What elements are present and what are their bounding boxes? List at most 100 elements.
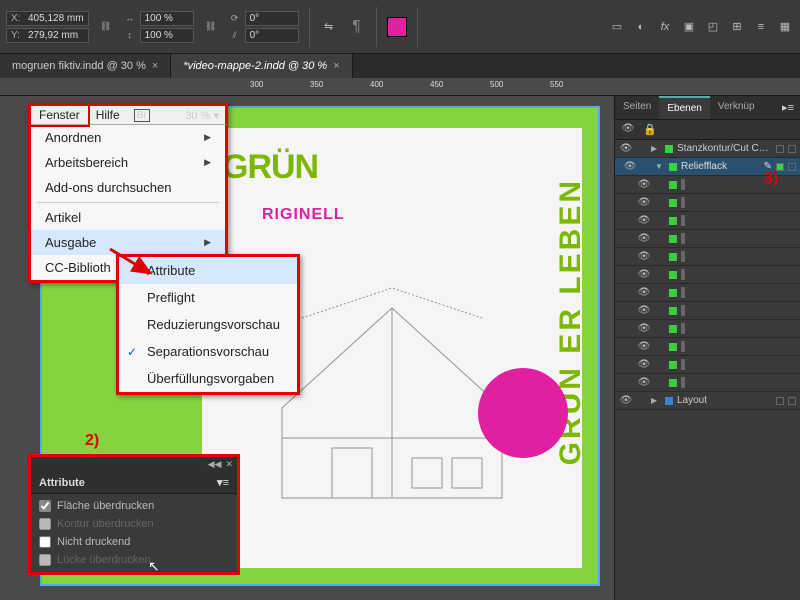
layer-row[interactable]: 👁 (615, 248, 800, 266)
width-scale[interactable]: 100 % (140, 11, 194, 26)
panel-menu-icon[interactable]: ▸≡ (776, 96, 800, 119)
target-indicator[interactable] (683, 305, 685, 316)
attribute-checkbox-row[interactable]: Nicht druckend (39, 536, 229, 548)
panel-menu-icon[interactable]: ▾≡ (217, 476, 229, 489)
menu-hilfe[interactable]: Hilfe (88, 105, 128, 125)
flip-h-icon[interactable]: ⇋ (320, 18, 338, 36)
visibility-toggle-icon[interactable]: 👁 (637, 179, 651, 190)
attribute-panel: ◀◀ ✕ Attribute ▾≡ Fläche überdrucken Kon… (28, 454, 240, 575)
submenu-item[interactable]: Überfüllungsvorgaben (119, 365, 297, 392)
attribute-checkbox-row: Lücke überdrucken (39, 554, 229, 566)
visibility-toggle-icon[interactable]: 👁 (637, 341, 651, 352)
visibility-toggle-icon[interactable]: 👁 (637, 359, 651, 370)
position-block: X:405,128 mm Y:279,92 mm (6, 11, 89, 43)
fill-swatch[interactable] (387, 17, 407, 37)
visibility-toggle-icon[interactable]: 👁 (637, 197, 651, 208)
close-tab-icon[interactable]: × (333, 60, 339, 72)
target-indicator[interactable] (683, 359, 685, 370)
fx-icon[interactable]: fx (656, 18, 674, 36)
document-tabs: mogruen fiktiv.indd @ 30 %× *video-mappe… (0, 54, 800, 78)
visibility-toggle-icon[interactable]: 👁 (637, 305, 651, 316)
submenu-item[interactable]: Preflight (119, 284, 297, 311)
corner-icon[interactable]: ◰ (704, 18, 722, 36)
zoom-level[interactable]: 30 % ▾ (185, 109, 225, 122)
visibility-toggle-icon[interactable]: 👁 (623, 161, 637, 172)
target-indicator[interactable] (683, 251, 685, 262)
y-coord[interactable]: Y:279,92 mm (6, 28, 89, 43)
menu-item[interactable]: Add-ons durchsuchen (31, 175, 225, 200)
target-indicator[interactable] (683, 323, 685, 334)
submenu-item[interactable]: Reduzierungsvorschau (119, 311, 297, 338)
layer-row[interactable]: 👁 (615, 194, 800, 212)
layer-row[interactable]: 👁 (615, 284, 800, 302)
grid-icon[interactable]: ▦ (776, 18, 794, 36)
layer-name (681, 305, 796, 316)
rotate-icon: ⟳ (228, 11, 242, 25)
frame-fit-icon[interactable]: ⊞ (728, 18, 746, 36)
layer-row[interactable]: 👁 (615, 302, 800, 320)
target-indicator[interactable] (683, 269, 685, 280)
layer-row[interactable]: 👁 (615, 320, 800, 338)
width-scale-icon: ↔ (123, 11, 137, 25)
menu-item[interactable]: Anordnen▶ (31, 125, 225, 150)
link-xy-icon[interactable]: ⛓ (99, 20, 113, 34)
target-indicator[interactable] (683, 179, 685, 190)
link-scale-icon[interactable]: ⛓ (204, 20, 218, 34)
layer-row[interactable]: 👁 (615, 266, 800, 284)
align-icon[interactable]: ≡ (752, 18, 770, 36)
horizontal-ruler: 300 350 400 450 500 550 (0, 78, 800, 96)
target-indicator[interactable] (683, 341, 685, 352)
layer-row[interactable]: 👁▶Layout (615, 392, 800, 410)
layer-name (681, 215, 796, 226)
visibility-toggle-icon[interactable]: 👁 (637, 233, 651, 244)
opacity-icon[interactable]: ◐ (632, 18, 650, 36)
target-indicator[interactable] (683, 233, 685, 244)
visibility-toggle-icon[interactable]: 👁 (619, 143, 633, 154)
height-scale[interactable]: 100 % (140, 28, 194, 43)
layer-color-swatch (669, 307, 677, 315)
submenu-item[interactable]: ✓Separationsvorschau (119, 338, 297, 365)
menu-item[interactable]: Artikel (31, 205, 225, 230)
paragraph-icon[interactable]: ¶ (348, 18, 366, 36)
visibility-toggle-icon[interactable]: 👁 (619, 395, 633, 406)
annotation-3: 3) (764, 170, 778, 188)
layer-row[interactable]: 👁 (615, 212, 800, 230)
target-indicator[interactable] (683, 197, 685, 208)
shear[interactable]: 0° (245, 28, 299, 43)
text-wrap-icon[interactable]: ▣ (680, 18, 698, 36)
panel-close-icon[interactable]: ✕ (225, 459, 233, 470)
stroke-weight-icon[interactable]: ▭ (608, 18, 626, 36)
selection-indicator (776, 145, 784, 153)
target-indicator[interactable] (683, 215, 685, 226)
target-indicator[interactable] (683, 377, 685, 388)
bridge-icon[interactable]: Br (134, 109, 150, 122)
document-tab-active[interactable]: *video-mappe-2.indd @ 30 %× (171, 54, 352, 78)
panel-tab-verknuep[interactable]: Verknüp (710, 96, 763, 119)
menu-item[interactable]: Arbeitsbereich▶ (31, 150, 225, 175)
visibility-toggle-icon[interactable]: 👁 (637, 215, 651, 226)
visibility-toggle-icon[interactable]: 👁 (637, 287, 651, 298)
layer-row[interactable]: 👁 (615, 338, 800, 356)
menu-fenster[interactable]: Fenster (29, 103, 90, 127)
layer-row[interactable]: 👁▶Stanzkontur/Cut Cont (615, 140, 800, 158)
visibility-toggle-icon[interactable]: 👁 (637, 323, 651, 334)
target-indicator[interactable] (788, 397, 796, 405)
layer-row[interactable]: 👁 (615, 356, 800, 374)
target-indicator[interactable] (683, 287, 685, 298)
visibility-toggle-icon[interactable]: 👁 (637, 269, 651, 280)
target-indicator[interactable] (788, 163, 796, 171)
visibility-toggle-icon[interactable]: 👁 (637, 377, 651, 388)
document-tab[interactable]: mogruen fiktiv.indd @ 30 %× (0, 54, 171, 78)
panel-tab-ebenen[interactable]: Ebenen (659, 96, 709, 119)
close-tab-icon[interactable]: × (152, 60, 158, 72)
layer-row[interactable]: 👁 (615, 374, 800, 392)
visibility-toggle-icon[interactable]: 👁 (637, 251, 651, 262)
attribute-checkbox-row[interactable]: Fläche überdrucken (39, 500, 229, 512)
layer-row[interactable]: 👁 (615, 230, 800, 248)
layer-name (681, 377, 796, 388)
panel-collapse-icon[interactable]: ◀◀ (208, 459, 222, 470)
x-coord[interactable]: X:405,128 mm (6, 11, 89, 26)
panel-tab-seiten[interactable]: Seiten (615, 96, 659, 119)
target-indicator[interactable] (788, 145, 796, 153)
rotation[interactable]: 0° (245, 11, 299, 26)
